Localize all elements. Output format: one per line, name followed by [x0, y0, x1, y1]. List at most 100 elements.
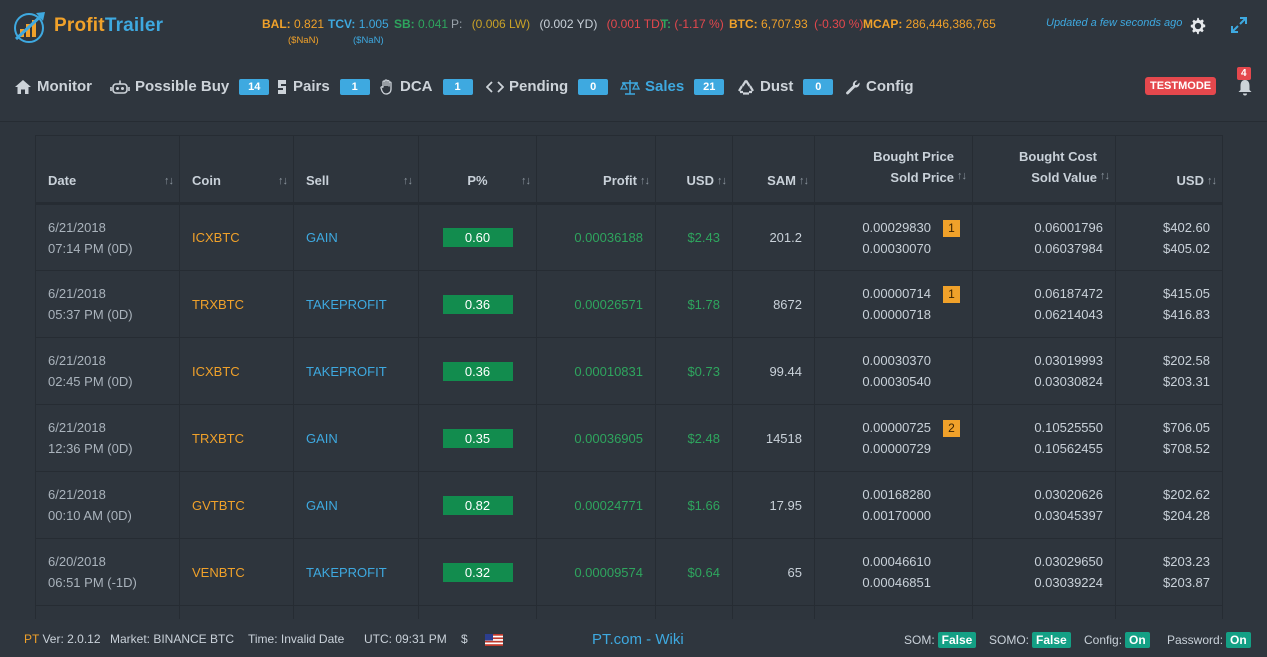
cell-pct: 0.32: [418, 538, 537, 606]
cell-cost: 0.03020626 0.03045397: [972, 471, 1116, 539]
cell-prices: 0.00000725 2 0.00000729: [814, 404, 973, 472]
footer: PT Ver: 2.0.12 Market: BINANCE BTC Time:…: [0, 620, 1267, 657]
cell-sell: GAIN: [293, 471, 419, 539]
nav-possible-buy[interactable]: Possible Buy 14: [110, 78, 270, 95]
nav-sales[interactable]: Sales 21: [620, 78, 725, 95]
cell-usd: $2.43: [655, 203, 733, 271]
profit-pct-badge: 0.60: [442, 228, 513, 247]
cell-coin[interactable]: ICXBTC: [179, 203, 294, 271]
cell-coin[interactable]: GVTBTC: [179, 471, 294, 539]
cell-usd: $1.78: [655, 270, 733, 338]
table-row[interactable]: 6/20/2018 06:51 PM (-1D) VENBTC TAKEPROFIT 0…: [35, 538, 1223, 606]
expand-icon[interactable]: [1230, 16, 1248, 34]
cell-usd: $2.48: [655, 404, 733, 472]
stat-mcap: MCAP: 286,446,386,765: [863, 17, 996, 31]
cell-sell: GAIN: [293, 203, 419, 271]
col-sell-header[interactable]: Sell ↑↓: [293, 135, 419, 205]
nav-config[interactable]: Config: [845, 78, 913, 95]
updated-timestamp: Updated a few seconds ago: [1046, 17, 1183, 29]
cell-sam: 65: [732, 538, 815, 606]
table-row[interactable]: 6/21/2018 12:36 PM (0D) TRXBTC GAIN 0.35 0.00…: [35, 404, 1223, 472]
cell-date: 6/21/2018 05:37 PM (0D): [35, 270, 180, 338]
footer-som: SOM: False: [904, 632, 977, 648]
cell-coin[interactable]: TRXBTC: [179, 404, 294, 472]
cell-usd-values: $202.62 $204.28: [1115, 471, 1223, 539]
sort-icon: ↑↓: [640, 175, 650, 187]
col-usd-header[interactable]: USD ↑↓: [655, 135, 733, 205]
sales-panel: Date ↑↓ Coin ↑↓ Sell ↑↓ P% ↑↓ Profit ↑↓ USD ↑↓…: [12, 123, 1244, 619]
nav-dca[interactable]: DCA 1: [380, 78, 473, 95]
bell-icon[interactable]: [1237, 78, 1253, 96]
possible-buy-count-badge: 14: [239, 78, 270, 95]
sales-count-badge: 21: [694, 78, 725, 95]
dca-count-badge: 1: [442, 78, 473, 95]
wrench-icon: [846, 79, 860, 94]
dca-level-badge: 1: [943, 219, 960, 237]
pending-icon: [486, 80, 504, 93]
col-cost-header[interactable]: Bought Cost Sold Value ↑↓: [972, 135, 1116, 205]
cell-cost: 0.10525550 0.10562455: [972, 404, 1116, 472]
profit-pct-badge: 0.32: [442, 562, 513, 582]
config-badge[interactable]: On: [1125, 632, 1150, 648]
top-bar: ProfitTrailer BAL: 0.821 ($NaN) TCV: 1.0…: [0, 0, 1267, 56]
col-pct-header[interactable]: P% ↑↓: [418, 135, 537, 205]
cell-date: 6/21/2018 12:36 PM (0D): [35, 404, 180, 472]
footer-currency[interactable]: $: [461, 632, 504, 646]
footer-utc: UTC: 09:31 PM: [364, 632, 447, 646]
wiki-link[interactable]: PT.com - Wiki: [592, 631, 684, 648]
footer-time: Time: Invalid Date: [248, 632, 345, 646]
nav-sales-label: Sales: [645, 78, 685, 95]
table-row[interactable]: 6/21/2018 02:45 PM (0D) ICXBTC TAKEPROFIT 0.…: [35, 337, 1223, 405]
gear-icon[interactable]: [1189, 17, 1207, 35]
col-usd2-header[interactable]: USD ↑↓: [1115, 135, 1223, 205]
table-row[interactable]: 6/21/2018 00:10 AM (0D) GVTBTC GAIN 0.82 0.00…: [35, 471, 1223, 539]
footer-market: Market: BINANCE BTC: [110, 632, 235, 646]
dca-level-badge: 1: [943, 286, 960, 304]
cell-empty: [732, 605, 815, 619]
password-badge[interactable]: On: [1226, 632, 1251, 648]
nav-monitor[interactable]: Monitor: [14, 78, 92, 95]
somo-badge[interactable]: False: [1032, 632, 1071, 648]
footer-password: Password: On: [1167, 632, 1251, 648]
col-sam-header[interactable]: SAM ↑↓: [732, 135, 815, 205]
footer-config: Config: On: [1084, 632, 1150, 648]
table-row[interactable]: 6/21/2018 05:37 PM (0D) TRXBTC TAKEPROFIT 0.…: [35, 270, 1223, 338]
som-badge[interactable]: False: [937, 632, 977, 648]
cell-pct: 0.36: [418, 337, 537, 405]
nav-dca-label: DCA: [400, 78, 433, 95]
cell-cost: 0.03029650 0.03039224: [972, 538, 1116, 606]
logo[interactable]: ProfitTrailer: [12, 9, 163, 43]
sort-icon: ↑↓: [799, 175, 809, 187]
robot-icon: [110, 80, 130, 94]
cell-coin[interactable]: ICXBTC: [179, 337, 294, 405]
cell-empty: [1115, 605, 1223, 619]
col-profit-header[interactable]: Profit ↑↓: [536, 135, 656, 205]
stat-tcv: TCV: 1.005 ($NaN): [328, 17, 389, 46]
nav-pairs[interactable]: Pairs 1: [276, 78, 370, 95]
home-icon: [15, 79, 31, 94]
nav-pending[interactable]: Pending 0: [486, 78, 609, 95]
cell-pct: 0.35: [418, 404, 537, 472]
col-date-header[interactable]: Date ↑↓: [35, 135, 180, 205]
logo-text: ProfitTrailer: [54, 15, 164, 36]
stat-sb: SB: 0.041: [394, 17, 449, 31]
col-price-header[interactable]: Bought Price Sold Price ↑↓: [814, 135, 973, 205]
cell-coin[interactable]: VENBTC: [179, 538, 294, 606]
nav-dust[interactable]: Dust 0: [737, 78, 834, 95]
cell-prices: 0.00000714 1 0.00000718: [814, 270, 973, 338]
col-coin-header[interactable]: Coin ↑↓: [179, 135, 294, 205]
dca-level-badge: 2: [943, 420, 960, 438]
table-row[interactable]: [35, 605, 1223, 619]
sales-table: Date ↑↓ Coin ↑↓ Sell ↑↓ P% ↑↓ Profit ↑↓ USD ↑↓…: [35, 135, 1223, 619]
table-row[interactable]: 6/21/2018 07:14 PM (0D) ICXBTC GAIN 0.60 0.00…: [35, 203, 1223, 271]
cell-coin[interactable]: TRXBTC: [179, 270, 294, 338]
profit-pct-badge: 0.36: [442, 361, 513, 381]
cell-sam: 201.2: [732, 203, 815, 271]
us-flag-icon: [485, 633, 504, 646]
cell-profit: 0.00036905: [536, 404, 656, 472]
sort-icon: ↑↓: [278, 175, 288, 187]
cell-sam: 17.95: [732, 471, 815, 539]
cell-sell: GAIN: [293, 404, 419, 472]
cell-empty: [972, 605, 1116, 619]
nav-possible-buy-label: Possible Buy: [135, 78, 230, 95]
